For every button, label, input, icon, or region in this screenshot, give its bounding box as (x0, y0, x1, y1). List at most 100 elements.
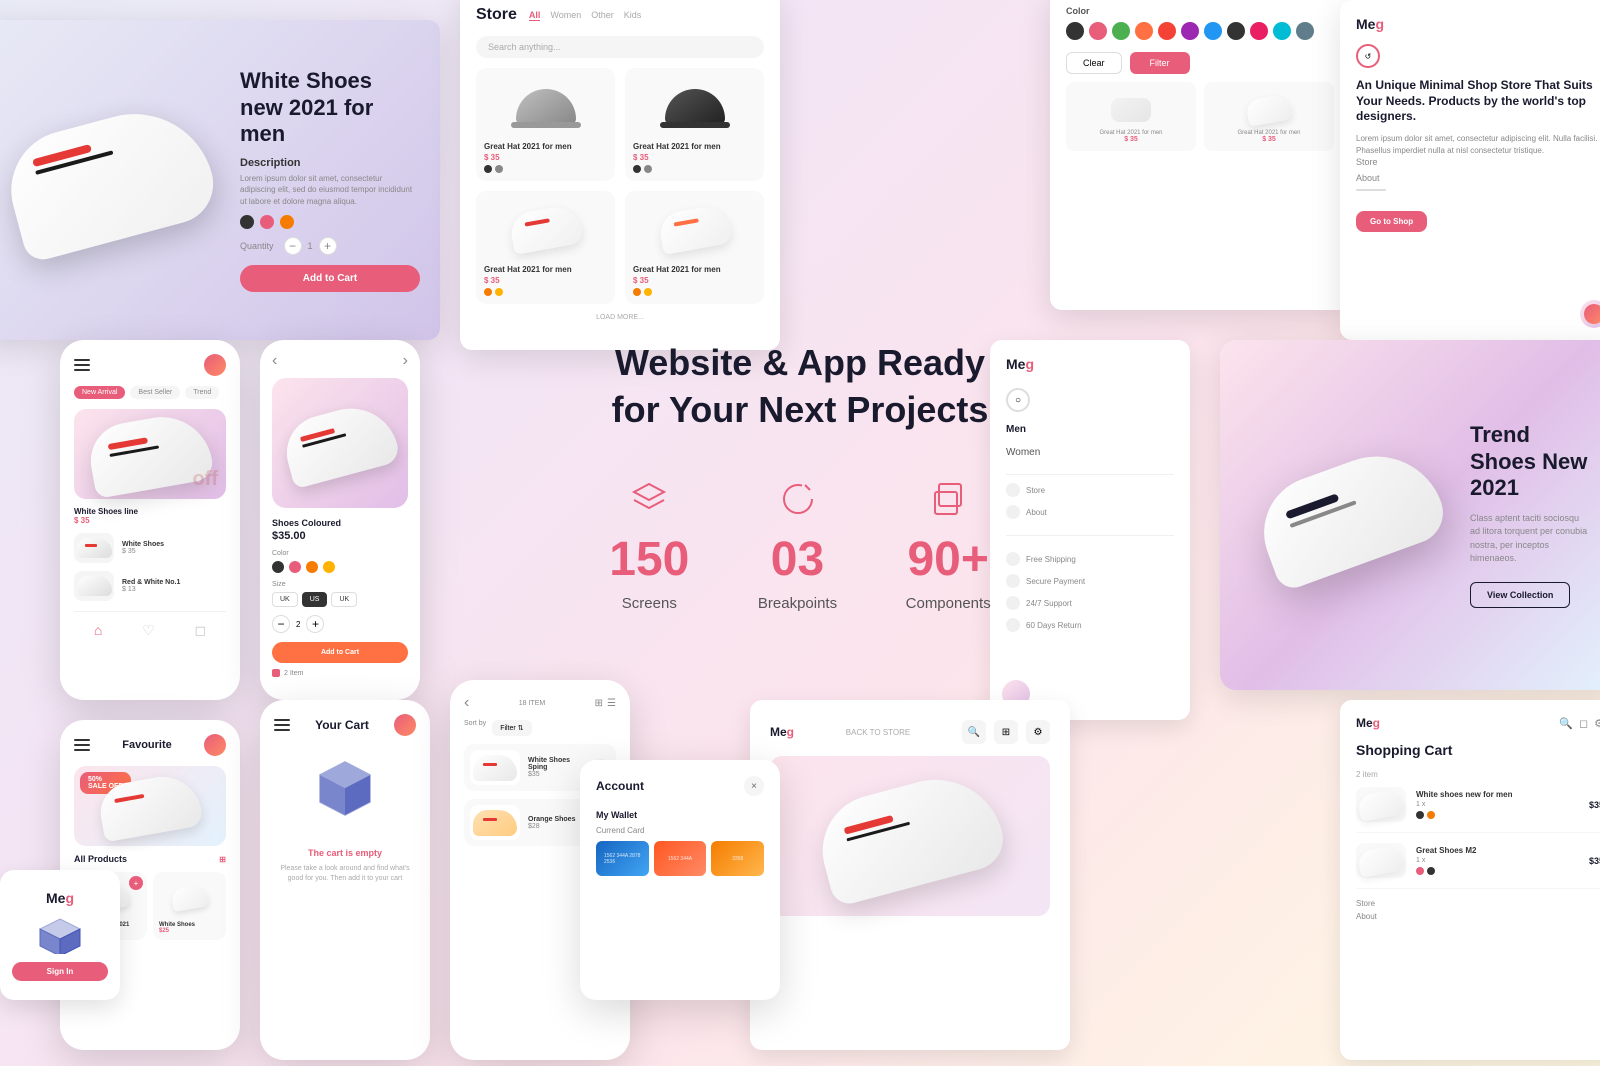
nav-item-women[interactable]: Women (1006, 447, 1174, 458)
detail-color-pink[interactable] (289, 561, 301, 573)
store-tab-women[interactable]: Women (550, 10, 581, 21)
swatch-slate[interactable] (1296, 22, 1314, 40)
product-2-name: Great Hat 2021 for men (633, 142, 756, 151)
fav-add-btn[interactable]: + (129, 876, 143, 890)
store-tab-kids[interactable]: Kids (624, 10, 642, 21)
signin-button[interactable]: Sign In (12, 962, 108, 981)
store-tab-all[interactable]: All (529, 10, 541, 21)
sc-nav-store[interactable]: Store (1356, 899, 1600, 908)
minimal-nav-store[interactable]: Store (1356, 157, 1600, 167)
swatch-dark[interactable] (1227, 22, 1245, 40)
mobile-product-row-2[interactable]: Red & White No.1 $ 13 (74, 571, 226, 601)
color-option-black[interactable] (240, 215, 254, 229)
detail-color-orange[interactable] (306, 561, 318, 573)
sc-search-icon[interactable]: 🔍 (1559, 717, 1573, 730)
tag-trend[interactable]: Trend (185, 386, 219, 399)
size-btn-uk[interactable]: UK (272, 592, 298, 607)
sc-item-2-price: $35 (1589, 856, 1600, 866)
tag-best-seller[interactable]: Best Seller (130, 386, 180, 399)
color-option-pink[interactable] (260, 215, 274, 229)
store-product-2[interactable]: Great Hat 2021 for men $ 35 (625, 68, 764, 181)
popup-close-button[interactable]: × (744, 776, 764, 796)
bp-grid-icon[interactable]: ⊞ (994, 720, 1018, 744)
sc-cart-icon[interactable]: ◻ (1579, 717, 1588, 730)
list-view-icon[interactable]: ☰ (607, 698, 616, 709)
hat-shape-dark (665, 89, 725, 124)
credit-card-blue[interactable]: 1562 344A 2878 2536 (596, 841, 649, 876)
load-more-button[interactable]: LOAD MORE... (476, 314, 764, 321)
bp-search-icon[interactable]: 🔍 (962, 720, 986, 744)
cart-hamburger-icon[interactable] (274, 719, 290, 731)
credit-card-coral[interactable]: 1562 344A (654, 841, 707, 876)
store-product-3[interactable]: Great Hat 2021 for men $ 35 (476, 191, 615, 304)
qty-increase-detail[interactable]: + (306, 615, 324, 633)
clear-filter-button[interactable]: Clear (1066, 52, 1122, 74)
store-tab-other[interactable]: Other (591, 10, 614, 21)
hero-product-info: White Shoes line $ 35 (74, 507, 226, 525)
filter-product-1-shape (1111, 98, 1151, 122)
view-collection-button[interactable]: View Collection (1470, 582, 1570, 608)
swatch-black[interactable] (1066, 22, 1084, 40)
mobile-products-list: White Shoes $ 35 Red & White No.1 $ 13 (74, 533, 226, 601)
apply-filter-button[interactable]: Filter (1130, 52, 1190, 74)
grid-view-icon[interactable]: ⊞ (595, 698, 603, 709)
store-product-1[interactable]: Great Hat 2021 for men $ 35 (476, 68, 615, 181)
color-option-orange[interactable] (280, 215, 294, 229)
swatch-magenta[interactable] (1250, 22, 1268, 40)
bottom-product-card: Meg BACK TO STORE 🔍 ⊞ ⚙ (750, 700, 1070, 1050)
swatch-orange[interactable] (1135, 22, 1153, 40)
mobile-product-info-1: White Shoes $ 35 (122, 541, 226, 555)
heart-icon[interactable]: ♡ (142, 622, 155, 639)
go-to-shop-button[interactable]: Go to Shop (1356, 211, 1427, 232)
bf-back-icon[interactable]: ‹ (464, 694, 469, 712)
swatch-purple[interactable] (1181, 22, 1199, 40)
sc-nav-about[interactable]: About (1356, 912, 1600, 921)
size-btn-uk2[interactable]: UK (331, 592, 357, 607)
fav-hamburger-icon[interactable] (74, 739, 90, 751)
trend-shoe-image (1250, 440, 1450, 590)
bp-settings-icon[interactable]: ⚙ (1026, 720, 1050, 744)
swatch-green[interactable] (1112, 22, 1130, 40)
hamburger-icon[interactable] (74, 359, 90, 371)
filter-product-1-image (1074, 90, 1188, 130)
filter-product-2[interactable]: Great Hat 2021 for men $ 35 (1204, 82, 1334, 151)
filter-card: Color Clear Filter (1050, 0, 1350, 310)
credit-card-orange[interactable]: 3358 (711, 841, 764, 876)
mobile-product-row-1[interactable]: White Shoes $ 35 (74, 533, 226, 563)
home-icon[interactable]: ⌂ (94, 622, 102, 639)
store-search[interactable]: Search anything... (476, 36, 764, 58)
minimal-nav-about[interactable]: About (1356, 173, 1600, 183)
add-to-cart-mobile[interactable]: Add to Cart (272, 642, 408, 663)
fav-product-2[interactable]: White Shoes $25 (153, 872, 226, 940)
detail-color-yellow[interactable] (323, 561, 335, 573)
quantity-decrease[interactable]: − (284, 237, 302, 255)
product-3-colors (484, 288, 607, 296)
swatch-cyan[interactable] (1273, 22, 1291, 40)
detail-color-black[interactable] (272, 561, 284, 573)
tag-new-arrival[interactable]: New Arrival (74, 386, 125, 399)
swatch-pink[interactable] (1089, 22, 1107, 40)
bf-product-2-info: Orange Shoes $28 (528, 816, 584, 830)
size-btn-us[interactable]: US (302, 592, 328, 607)
quantity-increase[interactable]: + (319, 237, 337, 255)
nav-footer-support: 24/7 Support (1006, 596, 1174, 610)
qty-decrease-detail[interactable]: − (272, 615, 290, 633)
swatch-red[interactable] (1158, 22, 1176, 40)
filter-product-1[interactable]: Great Hat 2021 for men $ 35 (1066, 82, 1196, 151)
nav-item-men[interactable]: Men (1006, 424, 1174, 435)
sort-label: Sort by (464, 720, 486, 736)
bf-filter-button[interactable]: Filter ⇅ (492, 720, 531, 736)
sc-item-1-info: White shoes new for men 1 x (1416, 790, 1579, 819)
bag-icon[interactable]: ◻ (194, 622, 206, 639)
forward-arrow-icon[interactable]: › (403, 352, 408, 370)
store-product-4[interactable]: Great Hat 2021 for men $ 35 (625, 191, 764, 304)
sc-settings-icon[interactable]: ⚙ (1594, 717, 1600, 730)
back-arrow-icon[interactable]: ‹ (272, 352, 277, 370)
all-products-icon[interactable]: ⊞ (219, 855, 226, 864)
components-label: Components (906, 595, 991, 612)
bp-shoe-display (770, 756, 1050, 916)
add-to-cart-button[interactable]: Add to Cart (240, 265, 420, 292)
isometric-illustration (35, 914, 85, 954)
swatch-blue[interactable] (1204, 22, 1222, 40)
bp-back-to-store[interactable]: BACK TO STORE (846, 728, 910, 737)
